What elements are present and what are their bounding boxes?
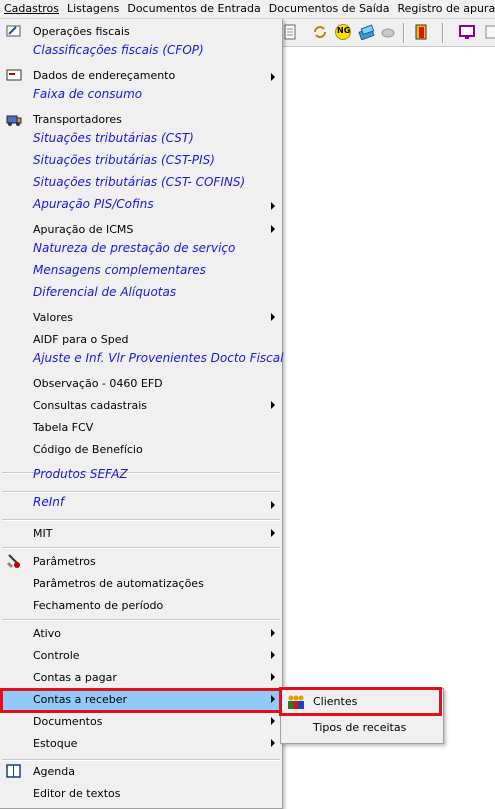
submenu-item-tipos-receitas[interactable]: Tipos de receitas bbox=[281, 717, 441, 739]
submenu-arrow-icon bbox=[271, 717, 275, 725]
menu-item-mensagens-complementares[interactable]: Mensagens complementares bbox=[0, 263, 282, 279]
submenu-arrow-icon bbox=[271, 739, 275, 747]
annotation-box-clientes bbox=[279, 687, 442, 716]
toolbar-button[interactable] bbox=[485, 24, 495, 40]
monitor-icon[interactable] bbox=[458, 24, 476, 40]
toolbar-separator bbox=[403, 23, 405, 43]
menu-separator bbox=[2, 759, 280, 761]
submenu-arrow-icon bbox=[271, 225, 275, 233]
menu-item-faixa-consumo[interactable]: Faixa de consumo bbox=[0, 87, 282, 103]
ng-icon[interactable]: NG bbox=[334, 24, 352, 40]
menu-item-diferencial-aliquotas[interactable]: Diferencial de Alíquotas bbox=[0, 285, 282, 301]
menu-item-classificacoes-fiscais[interactable]: Classificações fiscais (CFOP) bbox=[0, 43, 282, 59]
exit-door-icon[interactable] bbox=[414, 24, 428, 40]
menu-item-dados-enderecamento[interactable]: Dados de endereçamento bbox=[0, 69, 282, 85]
submenu-arrow-icon bbox=[271, 73, 275, 81]
menu-item-documentos[interactable]: Documentos bbox=[0, 715, 282, 731]
submenu-arrow-icon bbox=[271, 651, 275, 659]
menu-item-editor-textos[interactable]: Editor de textos bbox=[0, 787, 282, 803]
menu-item-apuracao-icms[interactable]: Apuração de ICMS bbox=[0, 223, 282, 239]
menu-item-produtos-sefaz[interactable]: Produtos SEFAZ bbox=[0, 467, 282, 483]
menu-separator bbox=[2, 547, 280, 549]
menu-item-natureza-prestacao[interactable]: Natureza de prestação de serviço bbox=[0, 241, 282, 257]
menu-item-valores[interactable]: Valores bbox=[0, 311, 282, 327]
cloud-icon[interactable] bbox=[380, 24, 396, 40]
menu-item-agenda[interactable]: Agenda bbox=[0, 765, 282, 781]
submenu-arrow-icon bbox=[271, 529, 275, 537]
submenu-arrow-icon bbox=[271, 673, 275, 681]
menu-documentos-saida[interactable]: Documentos de Saída bbox=[265, 0, 394, 18]
submenu-arrow-icon bbox=[271, 401, 275, 409]
submenu-arrow-icon bbox=[271, 313, 275, 321]
menu-registro-apuracao[interactable]: Registro de apuração do IC bbox=[393, 0, 495, 18]
menu-item-apuracao-pis-cofins[interactable]: Apuração PIS/Cofins bbox=[0, 197, 282, 213]
menu-item-ajuste-inf-vlr[interactable]: Ajuste e Inf. Vlr Provenientes Docto Fis… bbox=[0, 351, 283, 367]
toolbar-separator bbox=[442, 23, 444, 43]
menu-item-cst-pis[interactable]: Situações tributárias (CST-PIS) bbox=[0, 153, 282, 169]
submenu-arrow-icon bbox=[271, 501, 275, 509]
menu-separator bbox=[2, 491, 280, 493]
menu-item-controle[interactable]: Controle bbox=[0, 649, 282, 665]
submenu-item-label: Tipos de receitas bbox=[313, 721, 407, 734]
menu-item-aidf-sped[interactable]: AIDF para o Sped bbox=[0, 333, 282, 349]
menu-item-consultas-cadastrais[interactable]: Consultas cadastrais bbox=[0, 399, 282, 415]
menu-separator bbox=[2, 519, 280, 521]
menu-item-tabela-fcv[interactable]: Tabela FCV bbox=[0, 421, 282, 437]
menu-item-fechamento-periodo[interactable]: Fechamento de período bbox=[0, 599, 282, 615]
menu-item-contas-pagar[interactable]: Contas a pagar bbox=[0, 671, 282, 687]
menu-separator bbox=[2, 619, 280, 621]
menu-item-mit[interactable]: MIT bbox=[0, 527, 282, 543]
books-icon[interactable] bbox=[358, 24, 376, 41]
document-icon[interactable] bbox=[284, 24, 296, 40]
menu-item-cst-cofins[interactable]: Situações tributárias (CST- COFINS) bbox=[0, 175, 282, 191]
submenu-arrow-icon bbox=[271, 629, 275, 637]
menu-item-operacoes-fiscais[interactable]: Operações fiscais bbox=[0, 25, 282, 41]
ng-label: NG bbox=[337, 26, 351, 35]
toolbar: NG bbox=[282, 19, 495, 47]
refresh-icon[interactable] bbox=[312, 24, 328, 40]
menu-item-parametros-automatizacoes[interactable]: Parâmetros de automatizações bbox=[0, 577, 282, 593]
menu-documentos-entrada[interactable]: Documentos de Entrada bbox=[123, 0, 264, 18]
menu-bar: Cadastros Listagens Documentos de Entrad… bbox=[0, 0, 495, 19]
menu-item-observacao-0460[interactable]: Observação - 0460 EFD bbox=[0, 377, 282, 393]
menu-item-transportadores[interactable]: Transportadores bbox=[0, 113, 282, 129]
menu-listagens[interactable]: Listagens bbox=[63, 0, 123, 18]
menu-cadastros[interactable]: Cadastros bbox=[0, 0, 63, 18]
menu-item-parametros[interactable]: Parâmetros bbox=[0, 555, 282, 571]
menu-item-ativo[interactable]: Ativo bbox=[0, 627, 282, 643]
submenu-arrow-icon bbox=[271, 202, 275, 210]
menu-item-codigo-beneficio[interactable]: Código de Benefício bbox=[0, 443, 282, 459]
menu-item-reinf[interactable]: ReInf bbox=[0, 495, 282, 511]
menu-item-estoque[interactable]: Estoque bbox=[0, 737, 282, 753]
annotation-box-contas-receber bbox=[0, 688, 282, 713]
menu-item-cst[interactable]: Situações tributárias (CST) bbox=[0, 131, 282, 147]
